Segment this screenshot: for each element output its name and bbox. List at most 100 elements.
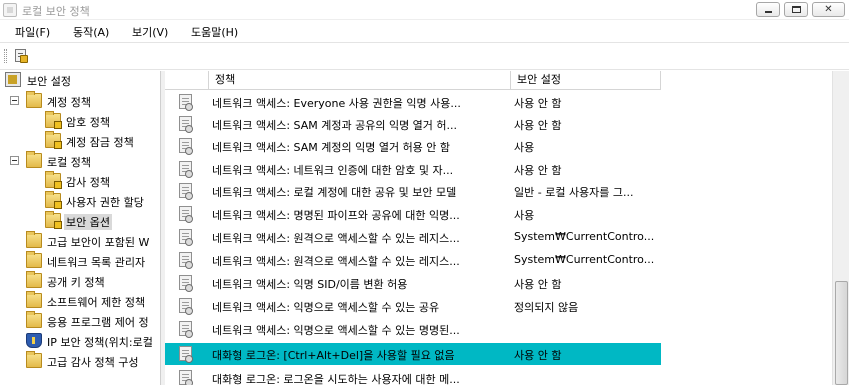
- folder-icon: [26, 91, 42, 108]
- policy-setting: 일반 - 로컬 사용자를 그...: [514, 186, 634, 199]
- menu-action[interactable]: 동작(A): [73, 24, 109, 40]
- policy-name: 네트워크 액세스: Everyone 사용 권한을 익명 사용...: [212, 97, 461, 110]
- folder-icon: [26, 231, 42, 248]
- tree-item-security-settings[interactable]: 보안 설정: [0, 71, 160, 91]
- policy-row[interactable]: 네트워크 액세스: 원격으로 액세스할 수 있는 레지스... System₩C…: [165, 226, 661, 248]
- title-bar: 로컬 보안 정책 ✕: [0, 0, 849, 20]
- policy-folder-icon: [45, 111, 62, 129]
- policy-row[interactable]: 네트워크 액세스: 익명으로 액세스할 수 있는 공유 정의되지 않음: [165, 295, 661, 317]
- policy-row[interactable]: 네트워크 액세스: 익명 SID/이름 변환 허용 사용 안 함: [165, 272, 661, 294]
- app-icon: [3, 3, 17, 17]
- policy-folder-icon: [45, 211, 62, 229]
- tree-item-label: IP 보안 정책(위치:로컬: [47, 336, 153, 349]
- tree-item-advanced-firewall[interactable]: 고급 보안이 포함된 W: [0, 231, 160, 252]
- policy-name: 네트워크 액세스: 원격으로 액세스할 수 있는 레지스...: [212, 255, 460, 268]
- tree-item-label: 응용 프로그램 제어 정: [47, 316, 149, 329]
- policy-icon: [179, 138, 193, 155]
- policy-row[interactable]: 네트워크 액세스: SAM 계정의 익명 열거 허용 안 함 사용: [165, 135, 661, 157]
- policy-name: 네트워크 액세스: 원격으로 액세스할 수 있는 레지스...: [212, 232, 460, 245]
- policy-setting: System₩CurrentContro...: [514, 253, 655, 266]
- policy-row-selected[interactable]: 대화형 로그온: [Ctrl+Alt+Del]을 사용할 필요 없음 사용 안 …: [165, 343, 661, 365]
- policy-name: 네트워크 액세스: SAM 계정의 익명 열거 허용 안 함: [212, 141, 451, 154]
- badge-icon: [20, 55, 28, 63]
- tree-item-audit-policy[interactable]: 감사 정책: [0, 171, 160, 192]
- close-icon: ✕: [824, 4, 833, 15]
- policy-icon: [179, 321, 193, 338]
- folder-icon: [26, 271, 42, 288]
- policy-folder-icon: [45, 171, 62, 189]
- collapse-icon[interactable]: [10, 96, 19, 105]
- policy-setting: 사용 안 함: [514, 119, 562, 132]
- policy-name: 네트워크 액세스: 명명된 파이프와 공유에 대한 익명...: [212, 209, 460, 222]
- policy-row[interactable]: 네트워크 액세스: 익명으로 액세스할 수 있는 명명된...: [165, 318, 661, 340]
- ip-security-icon: [26, 333, 42, 348]
- folder-icon: [26, 311, 42, 328]
- tree-item-label: 사용자 권한 할당: [66, 196, 144, 209]
- column-header-policy[interactable]: 정책: [209, 71, 511, 90]
- policy-setting: 정의되지 않음: [514, 301, 579, 314]
- policy-row[interactable]: 네트워크 액세스: 원격으로 액세스할 수 있는 레지스... System₩C…: [165, 249, 661, 271]
- policy-setting: 사용 안 함: [514, 164, 562, 177]
- policy-icon: [179, 275, 193, 292]
- policy-row[interactable]: 네트워크 액세스: 로컬 계정에 대한 공유 및 보안 모델 일반 - 로컬 사…: [165, 180, 661, 202]
- tree-item-ip-security[interactable]: IP 보안 정책(위치:로컬: [0, 332, 160, 352]
- tree-item-local-policy[interactable]: 로컬 정책: [0, 151, 160, 172]
- tree-item-advanced-audit[interactable]: 고급 감사 정책 구성: [0, 351, 160, 372]
- tree-item-network-list[interactable]: 네트워크 목록 관리자: [0, 251, 160, 272]
- tree-item-label: 감사 정책: [66, 176, 110, 189]
- tree-item-account-policy[interactable]: 계정 정책: [0, 91, 160, 112]
- vertical-scrollbar[interactable]: [832, 71, 849, 385]
- policy-icon: [179, 183, 193, 200]
- minimize-button[interactable]: [756, 2, 780, 17]
- policy-name: 네트워크 액세스: 네트워크 인증에 대한 암호 및 자...: [212, 164, 454, 177]
- policy-row[interactable]: 대화형 로그온: 로그온을 시도하는 사용자에 대한 메...: [165, 367, 661, 385]
- tree-item-label: 계정 잠금 정책: [66, 136, 134, 149]
- tree-item-user-rights[interactable]: 사용자 권한 할당: [0, 191, 160, 212]
- tree-item-password-policy[interactable]: 암호 정책: [0, 111, 160, 132]
- policy-name: 네트워크 액세스: 익명으로 액세스할 수 있는 명명된...: [212, 324, 460, 337]
- tree-item-app-control[interactable]: 응용 프로그램 제어 정: [0, 311, 160, 332]
- export-list-button[interactable]: [13, 48, 29, 64]
- policy-name: 네트워크 액세스: 익명으로 액세스할 수 있는 공유: [212, 301, 440, 314]
- policy-name: 대화형 로그온: [Ctrl+Alt+Del]을 사용할 필요 없음: [212, 349, 455, 362]
- tree-item-security-options[interactable]: 보안 옵션: [0, 211, 160, 232]
- policy-row[interactable]: 네트워크 액세스: 네트워크 인증에 대한 암호 및 자... 사용 안 함: [165, 158, 661, 180]
- minimize-icon: [765, 11, 772, 13]
- column-header-icon[interactable]: [165, 71, 209, 90]
- policy-icon: [179, 298, 193, 315]
- policy-name: 대화형 로그온: 로그온을 시도하는 사용자에 대한 메...: [212, 373, 460, 385]
- policy-row[interactable]: 네트워크 액세스: SAM 계정과 공유의 익명 열거 허... 사용 안 함: [165, 113, 661, 135]
- tree-item-public-key[interactable]: 공개 키 정책: [0, 271, 160, 292]
- folder-icon: [26, 251, 42, 268]
- tree-pane[interactable]: 보안 설정 계정 정책 암호 정책 계정 잠금 정책 로컬 정책 감사 정책 사…: [0, 71, 161, 385]
- menu-file[interactable]: 파일(F): [15, 24, 50, 40]
- policy-icon: [179, 370, 193, 385]
- policy-setting: 사용: [514, 209, 535, 222]
- policy-setting: 사용 안 함: [514, 97, 562, 110]
- tree-item-label: 고급 감사 정책 구성: [47, 356, 139, 369]
- close-button[interactable]: ✕: [812, 2, 845, 17]
- tree-item-software-restriction[interactable]: 소프트웨어 제한 정책: [0, 291, 160, 312]
- policy-icon: [179, 94, 193, 111]
- scrollbar-thumb[interactable]: [835, 281, 848, 385]
- menu-help[interactable]: 도움말(H): [191, 24, 238, 40]
- tree-item-account-lockout-policy[interactable]: 계정 잠금 정책: [0, 131, 160, 152]
- policy-list-pane: 정책 보안 설정 네트워크 액세스: Everyone 사용 권한을 익명 사용…: [165, 71, 849, 385]
- menu-view[interactable]: 보기(V): [132, 24, 168, 40]
- toolbar-grip[interactable]: [4, 49, 7, 63]
- menu-bar: 파일(F) 동작(A) 보기(V) 도움말(H): [0, 20, 849, 42]
- tree-item-label: 계정 정책: [47, 96, 91, 109]
- policy-icon: [179, 116, 193, 133]
- policy-name: 네트워크 액세스: SAM 계정과 공유의 익명 열거 허...: [212, 119, 458, 132]
- policy-row[interactable]: 네트워크 액세스: 명명된 파이프와 공유에 대한 익명... 사용: [165, 203, 661, 225]
- policy-icon: [179, 229, 193, 246]
- maximize-button[interactable]: [784, 2, 808, 17]
- folder-icon: [26, 351, 42, 368]
- policy-row[interactable]: 네트워크 액세스: Everyone 사용 권한을 익명 사용... 사용 안 …: [165, 91, 661, 113]
- collapse-icon[interactable]: [10, 156, 19, 165]
- column-header-security-setting[interactable]: 보안 설정: [511, 71, 661, 90]
- policy-name: 네트워크 액세스: 익명 SID/이름 변환 허용: [212, 278, 408, 291]
- policy-folder-icon: [45, 191, 62, 209]
- policy-name: 네트워크 액세스: 로컬 계정에 대한 공유 및 보안 모델: [212, 186, 457, 199]
- policy-setting: 사용 안 함: [514, 278, 562, 291]
